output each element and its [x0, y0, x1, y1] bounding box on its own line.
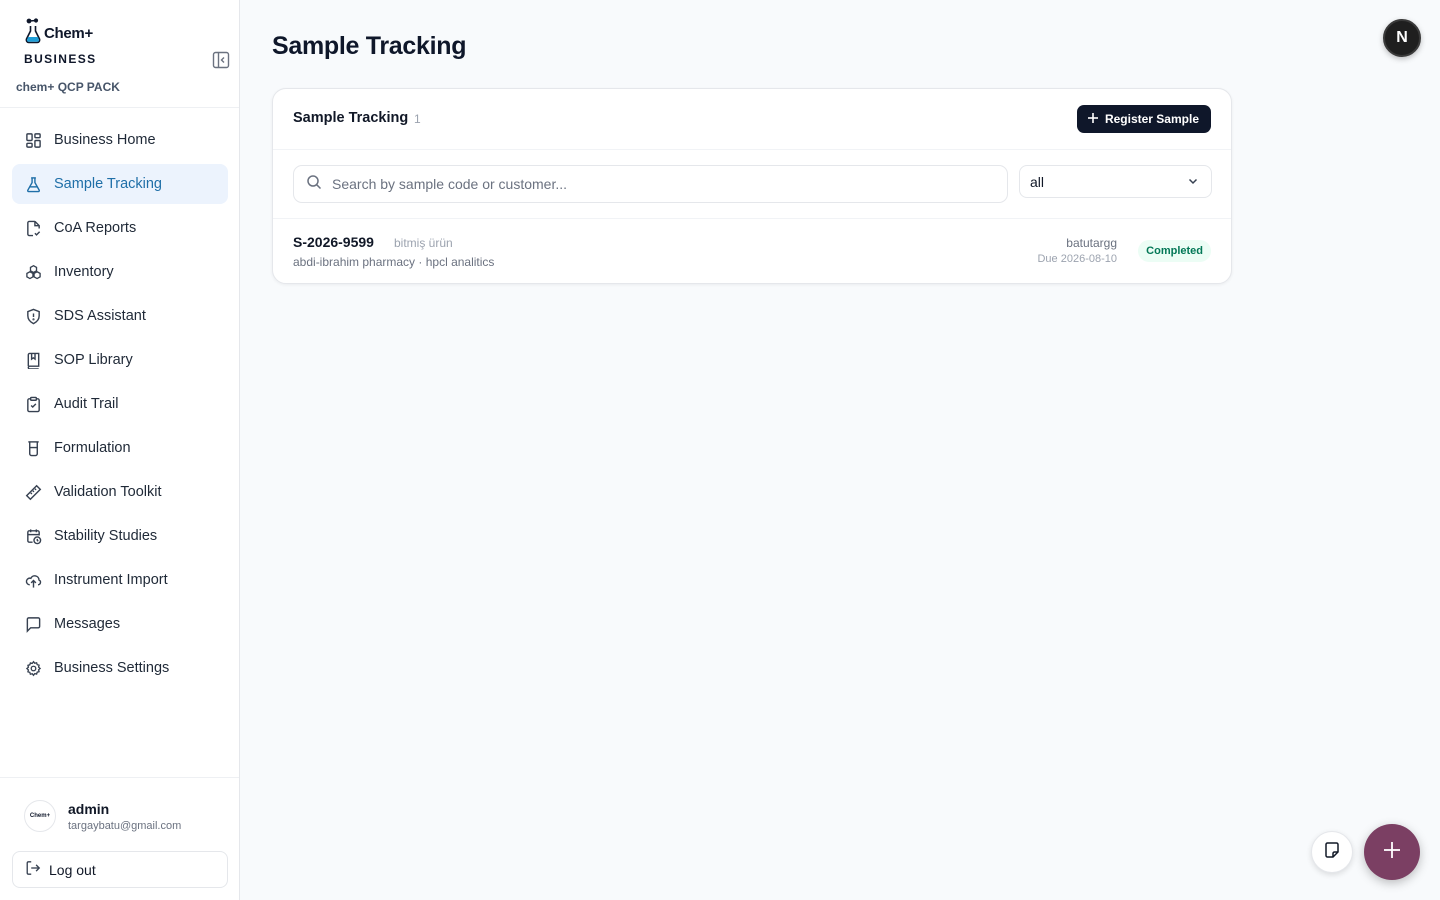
log-out-icon: [25, 860, 49, 879]
logout-label: Log out: [49, 861, 96, 878]
register-sample-label: Register Sample: [1104, 112, 1199, 126]
book-icon: [24, 351, 42, 369]
user-info: admin targaybatu@gmail.com: [68, 801, 181, 832]
plus-icon: [1087, 112, 1099, 127]
sidebar: Chem+ BUSINESS chem+ QCP PACK Business H…: [0, 0, 240, 900]
sample-count-badge: 1: [414, 112, 421, 126]
sample-customer: abdi-ibrahim pharmacy · hpcl analitics: [293, 255, 495, 269]
register-sample-button[interactable]: Register Sample: [1076, 105, 1211, 133]
panel-left-icon: [212, 51, 230, 74]
collapse-sidebar-button[interactable]: [210, 51, 232, 73]
sidebar-item-inventory[interactable]: Inventory: [12, 252, 228, 292]
cloud-upload-icon: [24, 571, 42, 589]
add-fab-button[interactable]: [1364, 824, 1420, 880]
search-input[interactable]: [332, 176, 972, 192]
grid-icon: [24, 131, 42, 149]
sidebar-item-instrument-import[interactable]: Instrument Import: [12, 560, 228, 600]
brand: Chem+ BUSINESS chem+ QCP PACK: [16, 18, 230, 108]
sidebar-item-label: Instrument Import: [54, 572, 168, 588]
status-filter-value: all: [1030, 173, 1045, 190]
user-divider: [0, 777, 239, 778]
sidebar-item-label: Audit Trail: [54, 396, 119, 412]
sidebar-item-label: CoA Reports: [54, 220, 137, 236]
avatar: Chem+: [24, 800, 56, 832]
sample-type: bitmiş ürün: [394, 236, 453, 250]
sidebar-item-label: Inventory: [54, 264, 114, 280]
sidebar-item-label: Stability Studies: [54, 528, 158, 544]
sidebar-item-business-settings[interactable]: Business Settings: [12, 648, 228, 688]
sample-assignee: batutargg: [1066, 236, 1117, 250]
gear-icon: [24, 659, 42, 677]
calendar-clock-icon: [24, 527, 42, 545]
notes-button[interactable]: [1311, 831, 1353, 873]
plus-icon: [1382, 840, 1402, 865]
sidebar-item-sop-library[interactable]: SOP Library: [12, 340, 228, 380]
card-header: Sample Tracking 1 Register Sample: [273, 89, 1231, 150]
sidebar-item-stability-studies[interactable]: Stability Studies: [12, 516, 228, 556]
brand-subtitle: BUSINESS: [24, 52, 97, 66]
sidebar-item-business-home[interactable]: Business Home: [12, 120, 228, 160]
user-profile[interactable]: Chem+ admin targaybatu@gmail.com: [24, 800, 181, 832]
status-badge: Completed: [1138, 240, 1211, 262]
search-icon: [306, 174, 322, 195]
flask-logo-icon: [24, 18, 42, 49]
ruler-icon: [24, 483, 42, 501]
brand-divider: [0, 107, 239, 108]
flask-icon: [24, 175, 42, 193]
chevron-down-icon: [1187, 174, 1199, 190]
beaker-icon: [24, 439, 42, 457]
sidebar-item-audit-trail[interactable]: Audit Trail: [12, 384, 228, 424]
logo-text: Chem+: [44, 25, 93, 42]
sidebar-item-sample-tracking[interactable]: Sample Tracking: [12, 164, 228, 204]
logout-button[interactable]: Log out: [12, 851, 228, 888]
shield-alert-icon: [24, 307, 42, 325]
sidebar-item-coa-reports[interactable]: CoA Reports: [12, 208, 228, 248]
user-name: admin: [68, 800, 110, 817]
sidebar-item-label: Formulation: [54, 440, 131, 456]
clipboard-check-icon: [24, 395, 42, 413]
sidebar-item-label: Sample Tracking: [54, 176, 162, 192]
sidebar-item-validation-toolkit[interactable]: Validation Toolkit: [12, 472, 228, 512]
sidebar-item-messages[interactable]: Messages: [12, 604, 228, 644]
sidebar-item-label: Validation Toolkit: [54, 484, 162, 500]
file-check-icon: [24, 219, 42, 237]
sidebar-item-label: SDS Assistant: [54, 308, 146, 324]
sample-tracking-card: Sample Tracking 1 Register Sample all S-…: [272, 88, 1232, 284]
message-icon: [24, 615, 42, 633]
sidebar-nav: Business Home Sample Tracking CoA Report…: [12, 120, 228, 692]
logo[interactable]: Chem+: [24, 18, 93, 49]
sidebar-item-formulation[interactable]: Formulation: [12, 428, 228, 468]
boxes-icon: [24, 263, 42, 281]
sidebar-item-label: Messages: [54, 616, 121, 632]
user-avatar-button[interactable]: N: [1383, 19, 1421, 57]
sticky-note-icon: [1323, 841, 1341, 864]
status-filter-select[interactable]: all: [1019, 165, 1212, 198]
sample-code: S-2026-9599: [293, 234, 374, 250]
page-title: Sample Tracking: [272, 32, 467, 60]
sidebar-item-label: Business Home: [54, 132, 156, 148]
table-row[interactable]: S-2026-9599 bitmiş ürün abdi-ibrahim pha…: [273, 219, 1231, 283]
brand-pack: chem+ QCP PACK: [16, 80, 120, 94]
sidebar-item-label: SOP Library: [54, 352, 133, 368]
search-field[interactable]: [293, 165, 1008, 203]
sidebar-item-sds-assistant[interactable]: SDS Assistant: [12, 296, 228, 336]
card-title: Sample Tracking: [293, 110, 409, 126]
user-email: targaybatu@gmail.com: [68, 819, 182, 832]
sidebar-item-label: Business Settings: [54, 660, 170, 676]
sample-due-date: Due 2026-08-10: [1037, 253, 1117, 265]
